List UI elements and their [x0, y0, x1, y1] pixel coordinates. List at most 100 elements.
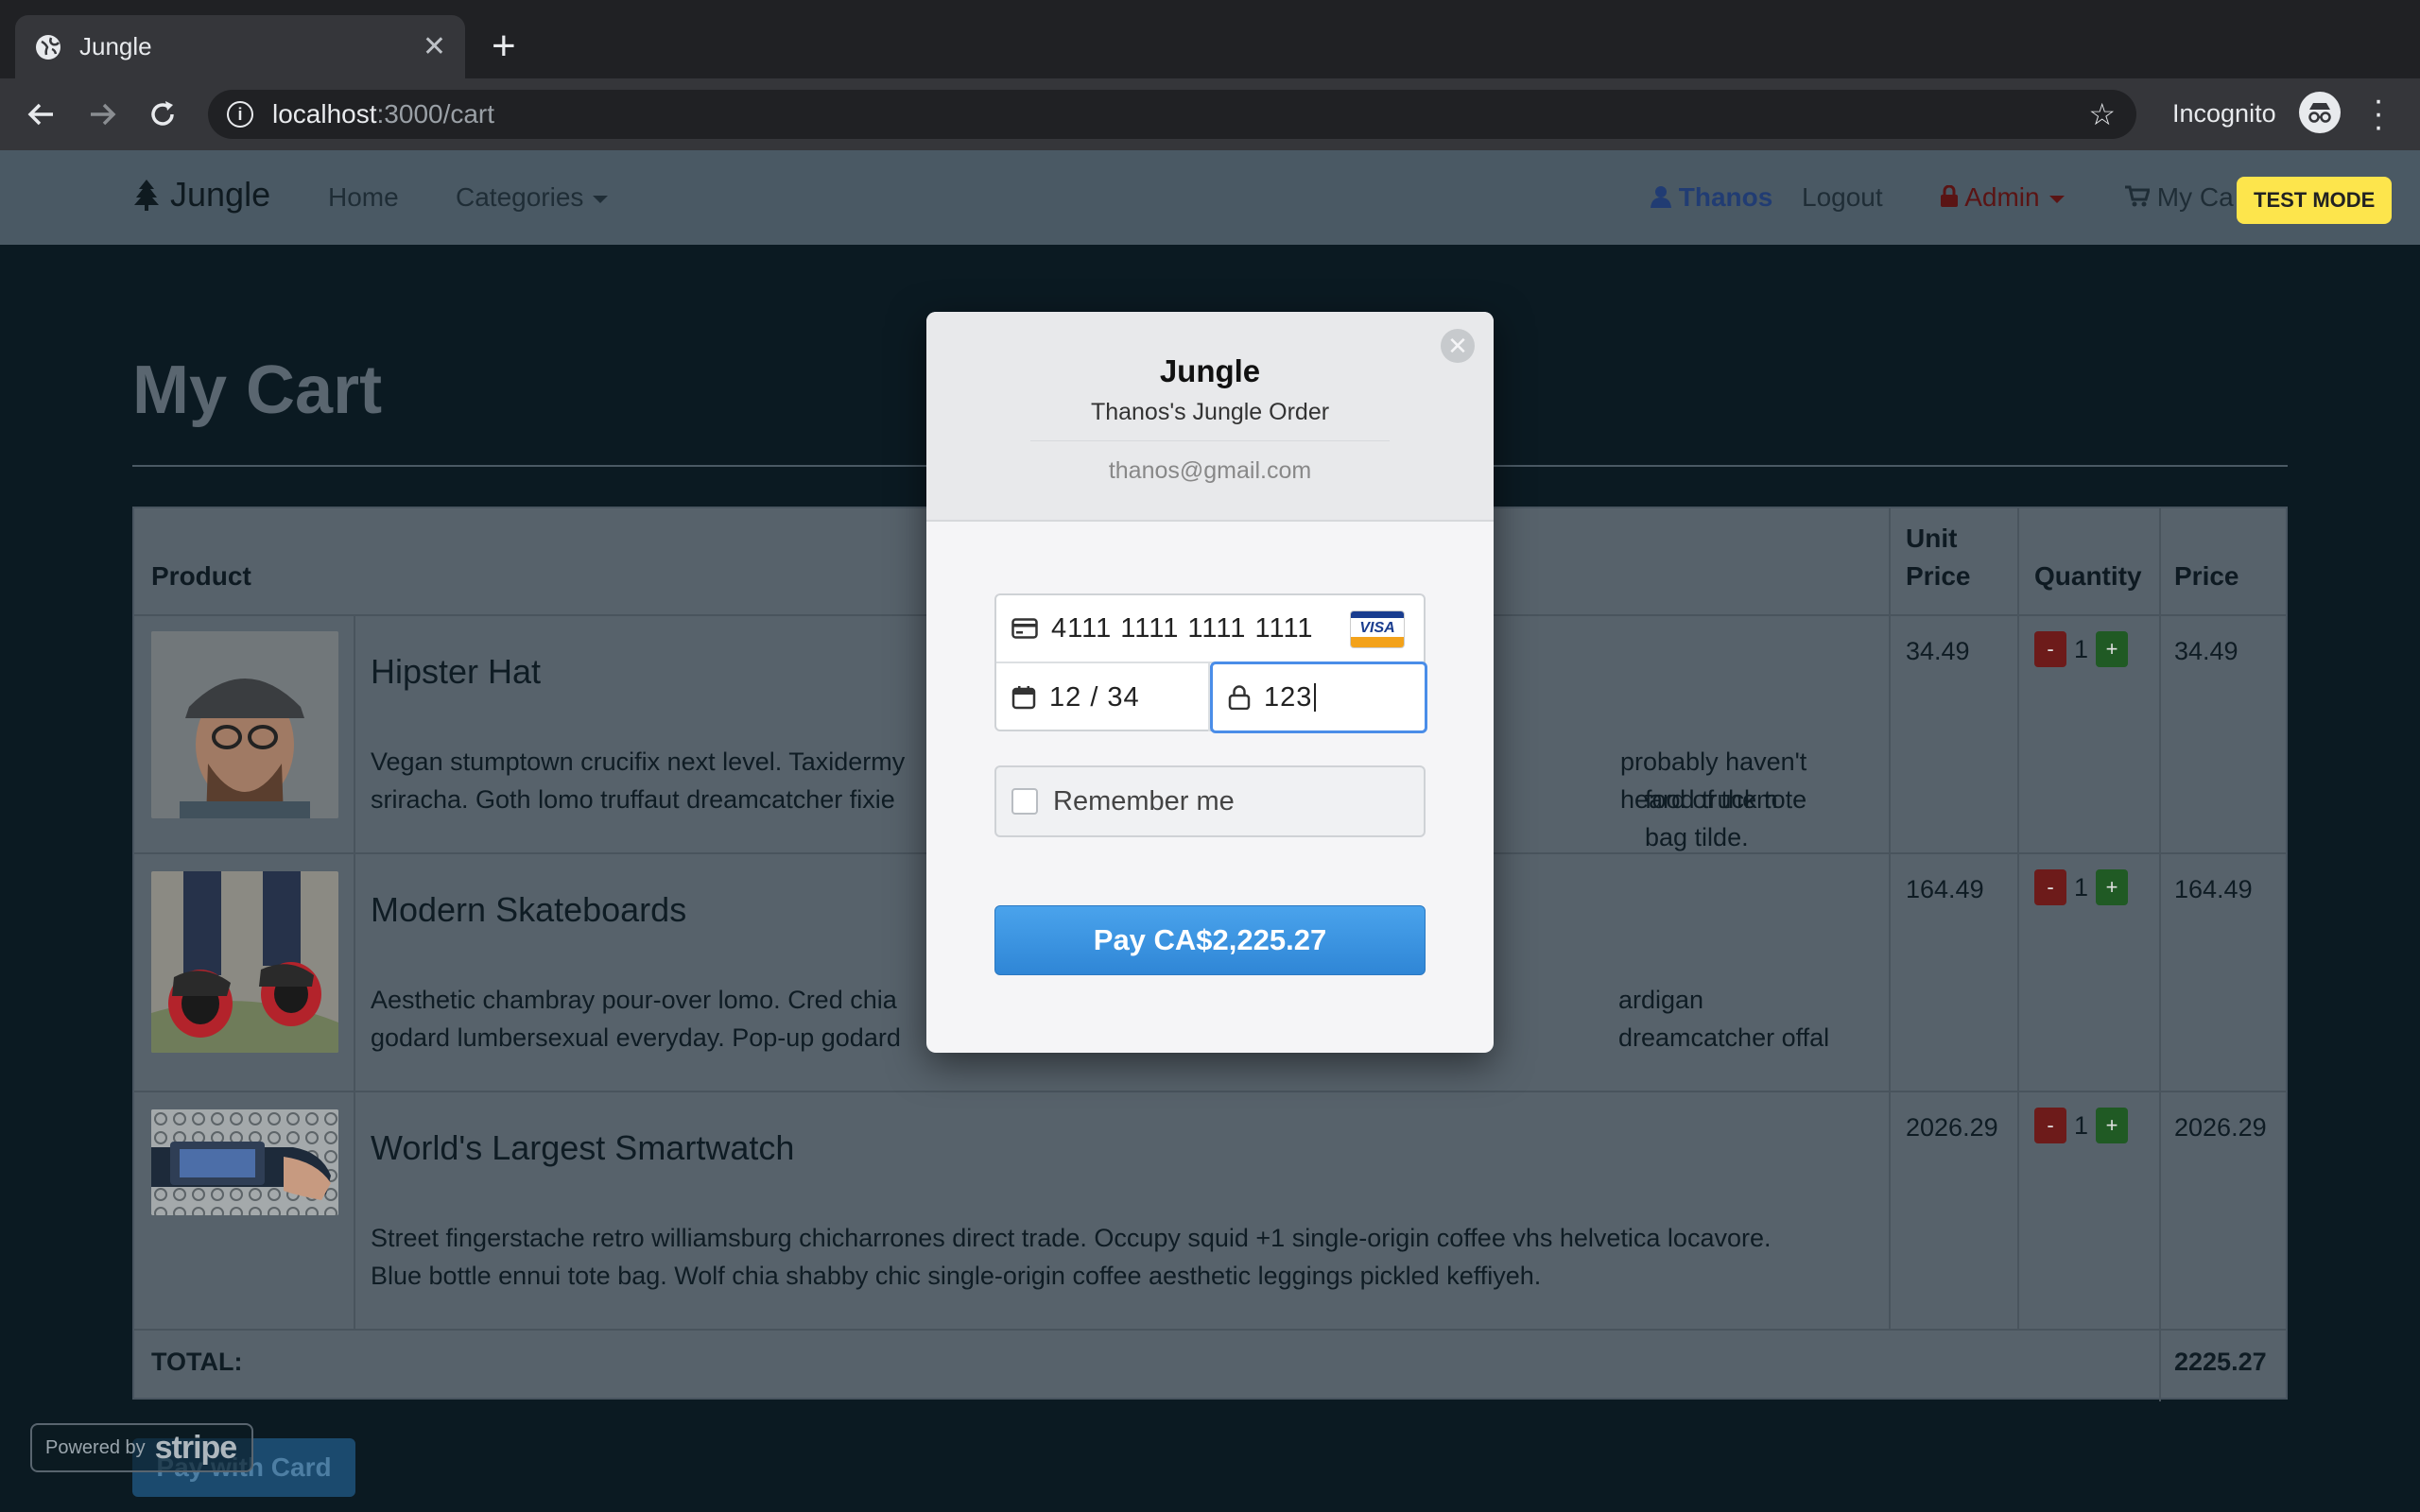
unit-price: 34.49 [1906, 637, 1970, 665]
quantity-stepper: - 1 + [2034, 869, 2129, 905]
globe-icon [36, 34, 60, 60]
card-number-field[interactable]: 4111 1111 1111 1111 VISA [996, 595, 1424, 663]
nav-admin[interactable]: Admin [1940, 182, 2065, 213]
divider [354, 614, 355, 1329]
quantity-value: 1 [2074, 1110, 2089, 1140]
nav-logout[interactable]: Logout [1802, 182, 1883, 213]
quantity-stepper: - 1 + [2034, 1108, 2129, 1143]
cart-icon [2125, 185, 2152, 207]
description-line: food truck tote bag tilde. [1645, 785, 1807, 851]
tab-title: Jungle [79, 32, 152, 60]
quantity-value: 1 [2074, 634, 2089, 663]
description-line: Aesthetic chambray pour-over lomo. Cred … [371, 986, 897, 1014]
remember-me-label: Remember me [1053, 785, 1235, 816]
nav-categories[interactable]: Categories [456, 182, 609, 213]
line-price: 2026.29 [2174, 1113, 2267, 1142]
header-unit-price: Unit Price [1906, 520, 1971, 595]
browser-menu-icon[interactable]: · · · [2363, 84, 2394, 143]
checkout-title: Jungle [1159, 353, 1261, 388]
site-navbar: Jungle Home Categories Thanos Logout Adm… [0, 150, 2420, 245]
nav-home[interactable]: Home [328, 182, 399, 213]
chevron-down-icon [2048, 195, 2065, 203]
card-details-fieldset: 4111 1111 1111 1111 VISA 12 / 34 123 [994, 593, 1427, 733]
quantity-value: 1 [2074, 872, 2089, 902]
address-bar[interactable]: i localhost:3000/cart ☆ [208, 90, 2136, 139]
unit-price: 164.49 [1906, 875, 1984, 903]
divider [134, 1329, 2286, 1331]
nav-cart[interactable]: My Ca [2125, 182, 2234, 213]
nav-user-name: Thanos [1678, 182, 1773, 212]
header-quantity: Quantity [2034, 561, 2142, 591]
url-path: :3000/cart [376, 99, 495, 129]
browser-tab[interactable]: Jungle ✕ [15, 15, 465, 78]
test-mode-badge: TEST MODE [2237, 177, 2393, 224]
lock-icon [1941, 184, 1958, 207]
description-line: Street fingerstache retro williamsburg c… [371, 1224, 1772, 1252]
bookmark-star-icon[interactable]: ☆ [2088, 96, 2116, 132]
description-line: ardigan dreamcatcher offal [1618, 986, 1830, 1052]
pay-button[interactable]: Pay CA$2,225.27 [994, 905, 1426, 975]
product-image-smartwatch [151, 1109, 338, 1215]
back-icon[interactable] [19, 92, 64, 137]
incognito-label: Incognito [2172, 99, 2276, 128]
user-icon [1651, 186, 1671, 208]
tab-close-icon[interactable]: ✕ [423, 30, 446, 63]
card-brand-label: VISA [1351, 618, 1404, 639]
header-product: Product [151, 561, 251, 591]
divider [134, 1091, 2286, 1092]
new-tab-icon[interactable]: + [492, 23, 516, 70]
stripe-logo: stripe [154, 1429, 238, 1466]
powered-by-stripe-badge[interactable]: Powered by stripe [30, 1423, 253, 1472]
header-price: Price [2174, 561, 2239, 591]
text-cursor [1314, 683, 1317, 712]
description-line: Vegan stumptown crucifix next level. Tax… [371, 747, 906, 776]
remember-me-checkbox[interactable] [1011, 788, 1038, 815]
decrease-quantity-button[interactable]: - [2034, 869, 2066, 905]
forward-icon[interactable] [79, 92, 125, 137]
increase-quantity-button[interactable]: + [2096, 631, 2129, 667]
decrease-quantity-button[interactable]: - [2034, 1108, 2066, 1143]
decrease-quantity-button[interactable]: - [2034, 631, 2066, 667]
url-host: localhost [272, 99, 377, 129]
quantity-stepper: - 1 + [2034, 631, 2129, 667]
calendar-icon [1011, 686, 1036, 710]
cvc-value: 123 [1264, 681, 1313, 713]
incognito-icon[interactable] [2299, 92, 2341, 133]
description-line: sriracha. Goth lomo truffaut dreamcatche… [371, 785, 895, 814]
site-info-icon[interactable]: i [227, 101, 253, 128]
product-description: Street fingerstache retro williamsburg c… [371, 1219, 1836, 1295]
checkout-header: ✕ Jungle Thanos's Jungle Order thanos@gm… [926, 312, 1494, 522]
line-price: 34.49 [2174, 637, 2238, 665]
nav-user[interactable]: Thanos [1651, 182, 1772, 213]
brand-name: Jungle [170, 175, 271, 214]
checkout-subtitle: Thanos's Jungle Order [1090, 399, 1330, 425]
nav-admin-label: Admin [1964, 182, 2040, 212]
line-price: 164.49 [2174, 875, 2253, 903]
browser-tab-bar: Jungle ✕ + [0, 0, 2420, 78]
header-unit-price-line1: Unit [1906, 524, 1958, 553]
page-title: My Cart [132, 352, 383, 428]
nav-categories-label: Categories [456, 182, 584, 212]
reload-icon[interactable] [140, 92, 185, 137]
checkout-email[interactable]: thanos@gmail.com [926, 457, 1494, 485]
expiry-field[interactable]: 12 / 34 [996, 663, 1210, 731]
tree-icon [134, 180, 159, 211]
remember-me-row[interactable]: Remember me [994, 765, 1426, 837]
increase-quantity-button[interactable]: + [2096, 1108, 2129, 1143]
divider [1030, 440, 1390, 441]
increase-quantity-button[interactable]: + [2096, 869, 2129, 905]
card-number-value: 4111 1111 1111 1111 [1051, 612, 1314, 644]
product-image-hipster-hat [151, 631, 338, 818]
divider [2159, 508, 2161, 1401]
brand-link[interactable]: Jungle [132, 175, 270, 215]
checkout-modal: ✕ Jungle Thanos's Jungle Order thanos@gm… [926, 312, 1494, 1053]
chevron-down-icon [593, 195, 609, 203]
credit-card-icon [1011, 618, 1038, 639]
description-line: Blue bottle ennui tote bag. Wolf chia sh… [371, 1262, 1542, 1290]
cvc-field[interactable]: 123 [1210, 662, 1427, 733]
header-unit-price-line2: Price [1906, 561, 1971, 591]
lock-icon [1228, 685, 1251, 710]
total-label: TOTAL: [151, 1348, 243, 1376]
divider [1889, 508, 1891, 1329]
product-name: Hipster Hat [371, 652, 542, 691]
